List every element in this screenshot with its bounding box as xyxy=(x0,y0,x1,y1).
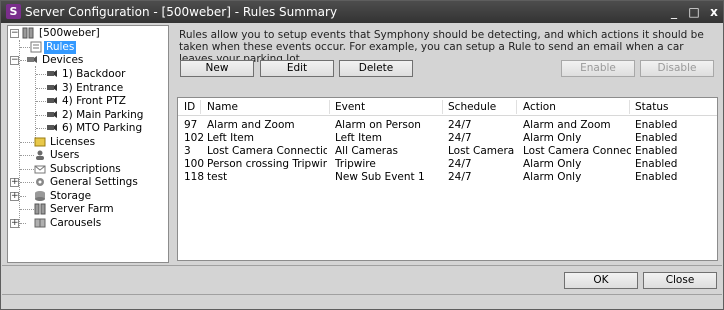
delete-button[interactable]: Delete xyxy=(339,60,413,77)
cell-action: Alarm Only xyxy=(523,171,582,183)
expand-icon[interactable]: + xyxy=(10,219,19,228)
ok-button[interactable]: OK xyxy=(564,272,638,289)
cell-name: Left Item xyxy=(207,132,254,144)
cell-schedule: 24/7 xyxy=(448,119,472,131)
camera-icon xyxy=(47,124,57,131)
cell-event: Alarm on Person xyxy=(335,119,421,131)
cell-status: Enabled xyxy=(635,171,678,183)
close-window-button[interactable]: x xyxy=(705,4,723,20)
table-row[interactable]: 97 Alarm and Zoom Alarm on Person 24/7 A… xyxy=(178,119,717,132)
window-title: Server Configuration - [500weber] - Rule… xyxy=(25,5,338,19)
tree-label-device: 6) MTO Parking xyxy=(62,122,143,134)
expand-icon[interactable]: + xyxy=(10,192,19,201)
subscriptions-icon xyxy=(34,165,46,174)
server-icon xyxy=(22,27,34,39)
column-header-name[interactable]: Name xyxy=(207,101,238,114)
symphony-app-icon: S xyxy=(6,4,21,19)
table-row[interactable]: 100 Person crossing Tripwire Tripwire 24… xyxy=(178,158,717,171)
column-header-status[interactable]: Status xyxy=(635,101,668,114)
users-icon xyxy=(36,150,44,160)
tree-label-general-settings: General Settings xyxy=(50,176,138,188)
cell-event: New Sub Event 1 xyxy=(335,171,425,183)
tree-label-device: 2) Main Parking xyxy=(62,109,144,121)
status-bar xyxy=(2,294,722,308)
cell-event: Tripwire xyxy=(335,158,376,170)
camera-icon xyxy=(47,70,57,77)
server-farm-icon xyxy=(34,203,46,215)
server-configuration-window: S Server Configuration - [500weber] - Ru… xyxy=(0,0,724,310)
camera-icon xyxy=(47,84,57,91)
tree-label-root: [500weber] xyxy=(39,27,100,39)
table-header: ID Name Event Schedule Action Status xyxy=(178,98,717,116)
cell-status: Enabled xyxy=(635,132,678,144)
cell-id: 100 xyxy=(184,158,204,170)
edit-button[interactable]: Edit xyxy=(260,60,334,77)
rules-summary-panel: Rules allow you to setup events that Sym… xyxy=(175,25,719,263)
cell-name: test xyxy=(207,171,228,183)
cell-schedule: 24/7 xyxy=(448,158,472,170)
collapse-icon[interactable]: − xyxy=(10,29,19,38)
title-bar[interactable]: S Server Configuration - [500weber] - Ru… xyxy=(1,1,723,23)
cell-name: Person crossing Tripwire xyxy=(207,158,327,170)
cell-id: 3 xyxy=(184,145,191,157)
cell-name: Lost Camera Connection xyxy=(207,145,327,157)
enable-button[interactable]: Enable xyxy=(561,60,635,77)
camera-icon xyxy=(47,111,57,118)
settings-icon xyxy=(36,178,44,186)
maximize-button[interactable]: □ xyxy=(685,4,703,20)
cell-action: Alarm and Zoom xyxy=(523,119,611,131)
cell-action: Lost Camera Connection A... xyxy=(523,145,631,157)
minimize-button[interactable]: _ xyxy=(665,4,683,20)
tree-label-device: 1) Backdoor xyxy=(62,68,126,80)
cell-event: Left Item xyxy=(335,132,382,144)
collapse-icon[interactable]: − xyxy=(10,56,19,65)
column-header-event[interactable]: Event xyxy=(335,101,365,114)
cell-action: Alarm Only xyxy=(523,158,582,170)
navigation-tree[interactable]: − [500weber] Rules − Devices 1) Backdoor… xyxy=(7,25,169,263)
close-button[interactable]: Close xyxy=(643,272,717,289)
cell-status: Enabled xyxy=(635,119,678,131)
table-row[interactable]: 118 test New Sub Event 1 24/7 Alarm Only… xyxy=(178,171,717,184)
column-header-schedule[interactable]: Schedule xyxy=(448,101,496,114)
cell-name: Alarm and Zoom xyxy=(207,119,295,131)
cell-schedule: 24/7 xyxy=(448,171,472,183)
table-row[interactable]: 3 Lost Camera Connection All Cameras Los… xyxy=(178,145,717,158)
carousels-icon xyxy=(34,218,46,228)
cell-schedule: Lost Camera Co... xyxy=(448,145,518,157)
cell-status: Enabled xyxy=(635,145,678,157)
footer-separator xyxy=(2,265,722,266)
cell-schedule: 24/7 xyxy=(448,132,472,144)
tree-label-device: 3) Entrance xyxy=(62,82,124,94)
tree-label-device: 4) Front PTZ xyxy=(62,95,126,107)
license-icon xyxy=(34,137,46,147)
cell-id: 102 xyxy=(184,132,204,144)
tree-label-subscriptions: Subscriptions xyxy=(50,163,121,175)
rules-table[interactable]: ID Name Event Schedule Action Status 97 … xyxy=(177,97,718,261)
tree-label-server-farm: Server Farm xyxy=(50,203,114,215)
storage-icon xyxy=(35,191,45,201)
camera-icon xyxy=(47,97,57,104)
rules-icon xyxy=(30,41,42,53)
cell-id: 118 xyxy=(184,171,204,183)
column-header-id[interactable]: ID xyxy=(184,101,195,114)
tree-label-rules: Rules xyxy=(44,41,77,54)
disable-button[interactable]: Disable xyxy=(640,60,714,77)
cell-action: Alarm Only xyxy=(523,132,582,144)
tree-label-licenses: Licenses xyxy=(50,136,96,148)
devices-icon xyxy=(27,56,37,63)
tree-label-users: Users xyxy=(50,149,80,161)
tree-label-carousels: Carousels xyxy=(50,217,102,229)
expand-icon[interactable]: + xyxy=(10,178,19,187)
table-row[interactable]: 102 Left Item Left Item 24/7 Alarm Only … xyxy=(178,132,717,145)
cell-event: All Cameras xyxy=(335,145,399,157)
cell-id: 97 xyxy=(184,119,198,131)
cell-status: Enabled xyxy=(635,158,678,170)
tree-label-devices: Devices xyxy=(42,54,84,66)
tree-label-storage: Storage xyxy=(50,190,92,202)
column-header-action[interactable]: Action xyxy=(523,101,556,114)
new-button[interactable]: New xyxy=(180,60,254,77)
